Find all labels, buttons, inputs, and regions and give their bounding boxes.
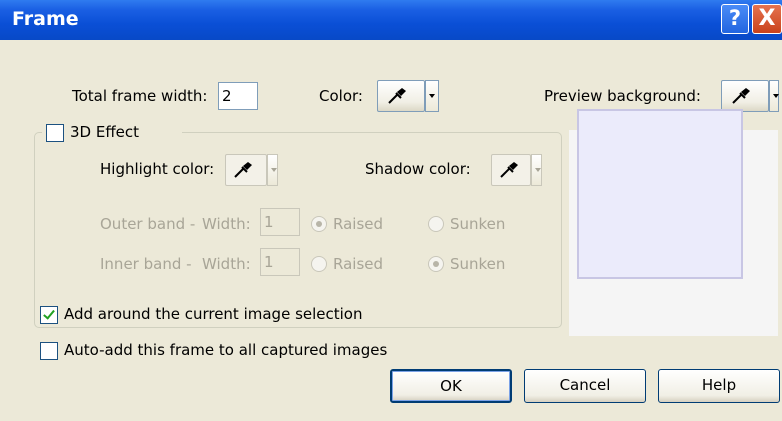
frame-preview <box>577 109 743 279</box>
color-label: Color: <box>319 87 363 105</box>
inner-band-raised-radio[interactable] <box>311 256 327 272</box>
highlight-dropdown-arrow[interactable] <box>267 154 278 186</box>
inner-band-width-input[interactable]: 1 <box>260 248 300 276</box>
frame-width-input[interactable]: 2 <box>218 82 258 110</box>
cancel-button[interactable]: Cancel <box>524 369 646 403</box>
auto-add-frame-label: Auto-add this frame to all captured imag… <box>64 341 388 359</box>
auto-add-frame-checkbox[interactable] <box>40 342 58 360</box>
eyedropper-icon <box>388 88 406 104</box>
outer-band-raised-radio[interactable] <box>311 216 327 232</box>
outer-band-label: Outer band - <box>100 215 196 233</box>
color-dropdown-arrow[interactable] <box>425 80 439 112</box>
frame-width-label: Total frame width: <box>72 87 208 105</box>
inner-band-raised-label: Raised <box>333 255 384 273</box>
eyedropper-icon <box>500 162 518 178</box>
outer-band-width-label: Width: <box>202 215 251 233</box>
ok-button[interactable]: OK <box>390 369 512 403</box>
highlight-color-button[interactable] <box>225 154 267 186</box>
outer-band-sunken-radio[interactable] <box>428 216 444 232</box>
highlight-color-label: Highlight color: <box>100 160 215 178</box>
outer-band-width-input[interactable]: 1 <box>260 208 300 236</box>
preview-background-dropdown-arrow[interactable] <box>769 80 779 112</box>
close-button[interactable]: X <box>752 4 782 34</box>
inner-band-label: Inner band - <box>100 255 192 273</box>
preview-background-button[interactable] <box>721 80 769 112</box>
help-button[interactable]: Help <box>658 369 780 403</box>
inner-band-sunken-radio[interactable] <box>428 256 444 272</box>
title-bar: Frame ? X <box>0 0 782 40</box>
color-button[interactable] <box>377 80 425 112</box>
outer-band-sunken-label: Sunken <box>450 215 506 233</box>
shadow-dropdown-arrow[interactable] <box>531 154 542 186</box>
inner-band-sunken-label: Sunken <box>450 255 506 273</box>
eyedropper-icon <box>732 88 750 104</box>
eyedropper-icon <box>234 162 252 178</box>
shadow-color-button[interactable] <box>491 154 531 186</box>
help-title-button[interactable]: ? <box>721 4 749 34</box>
add-around-selection-checkbox[interactable] <box>40 306 58 324</box>
add-around-selection-label: Add around the current image selection <box>64 305 363 323</box>
3d-effect-checkbox[interactable] <box>46 124 64 142</box>
shadow-color-label: Shadow color: <box>365 160 471 178</box>
frame-dialog: Frame ? X Total frame width: 2 Color: Pr… <box>0 0 782 421</box>
inner-band-width-label: Width: <box>202 255 251 273</box>
preview-background-label: Preview background: <box>544 87 701 105</box>
dialog-body: Total frame width: 2 Color: Preview back… <box>4 40 780 421</box>
3d-effect-label: 3D Effect <box>70 123 140 141</box>
dialog-title: Frame <box>12 8 79 30</box>
outer-band-raised-label: Raised <box>333 215 384 233</box>
